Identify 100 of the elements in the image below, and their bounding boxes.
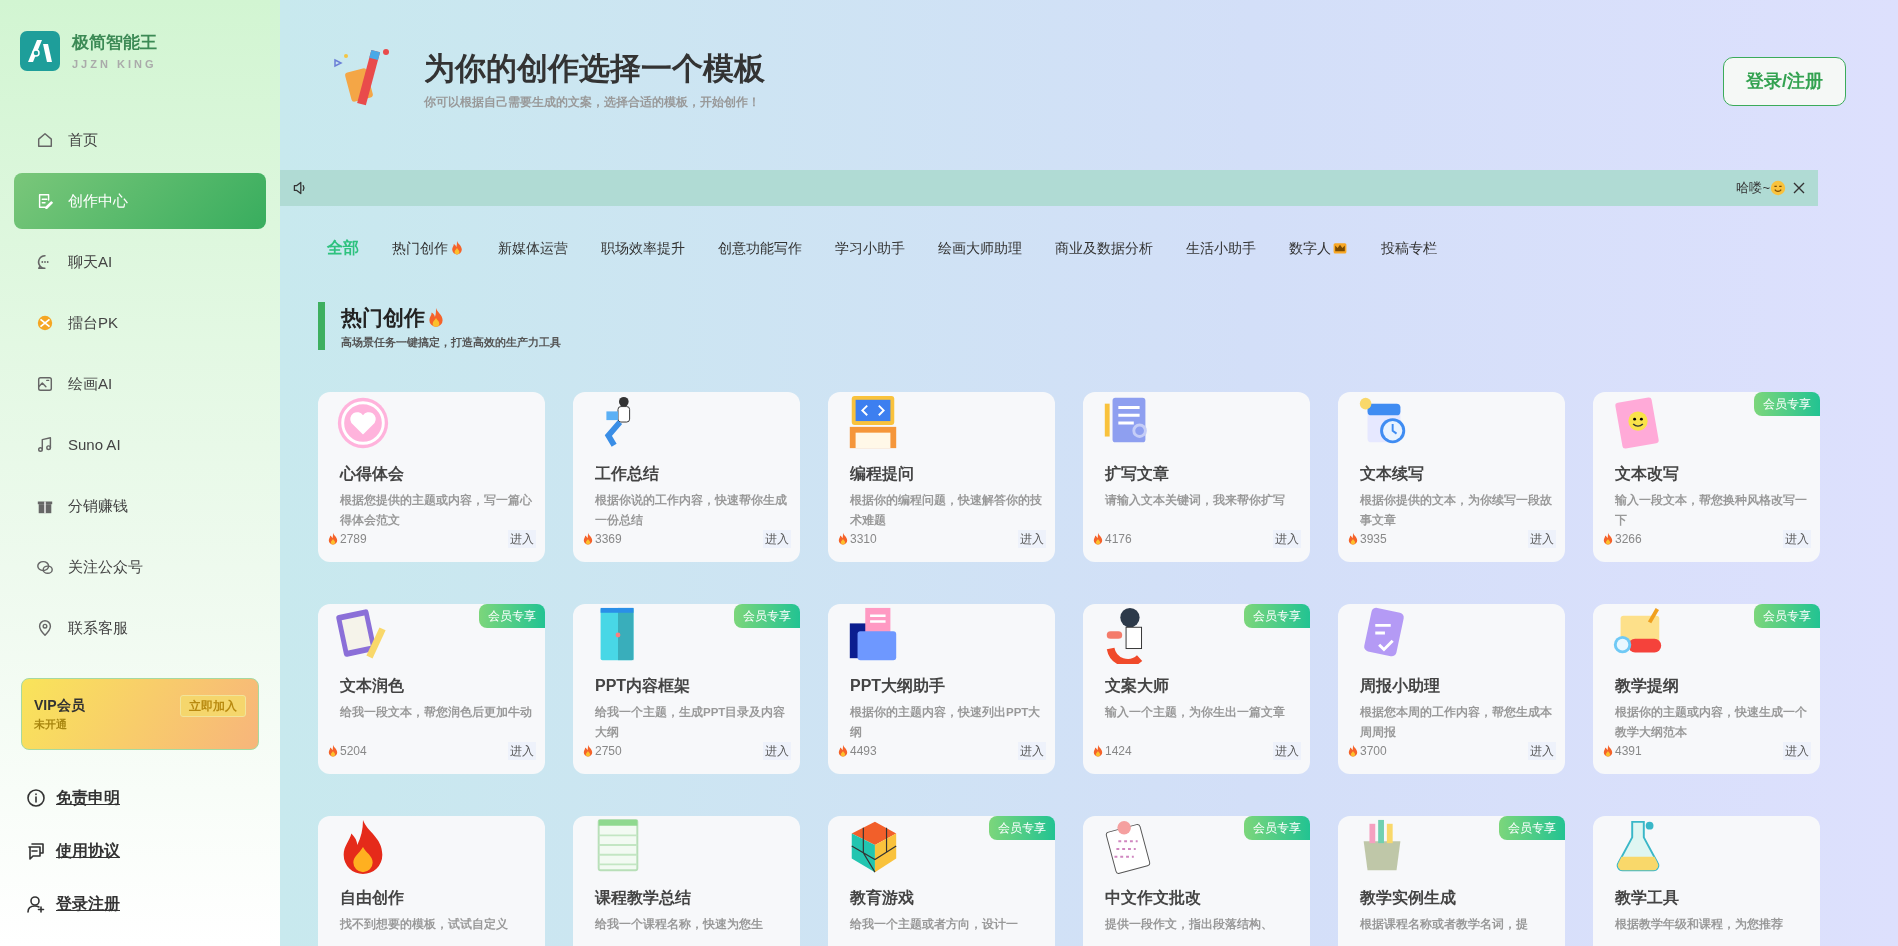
category-tab[interactable]: 新媒体运营 (489, 232, 577, 264)
page-subtitle: 你可以根据自己需要生成的文案，选择合适的模板，开始创作！ (424, 93, 761, 111)
card-title: 文本改写 (1615, 464, 1680, 484)
card-description: 找不到想要的模板，试试自定义 (340, 916, 509, 932)
card-title: PPT大纲助手 (850, 676, 947, 696)
template-card[interactable]: 会员专享 教学提纲 根据你的主题或内容，快速生成一个教学大纲范本 4391 进入 (1593, 604, 1820, 774)
card-title: 文案大师 (1105, 676, 1170, 696)
members-only-badge: 会员专享 (1244, 604, 1310, 628)
usage-count: 2750 (595, 743, 622, 760)
info-icon (26, 788, 46, 808)
template-card[interactable]: 会员专享 文本改写 输入一段文本，帮您换种风格改写一下 3266 进入 (1593, 392, 1820, 562)
card-title: 周报小助理 (1360, 676, 1441, 696)
enter-link[interactable]: 进入 (1783, 530, 1811, 548)
user-icon (26, 894, 46, 914)
sidebar-item[interactable]: 擂台PK (14, 295, 266, 351)
vip-status: 未开通 (34, 717, 68, 732)
card-description: 根据您本周的工作内容，帮您生成本周周报 (1360, 704, 1553, 740)
sidebar-link[interactable]: 使用协议 (14, 824, 266, 878)
category-tab[interactable]: 职场效率提升 (592, 232, 694, 264)
template-card[interactable]: 工作总结 根据你说的工作内容，快速帮你生成一份总结 3369 进入 (573, 392, 800, 562)
sidebar-item[interactable]: 绘画AI (14, 356, 266, 412)
fire-icon (1346, 532, 1360, 546)
template-card[interactable]: 会员专享 文案大师 输入一个主题，为你生出一篇文章 1424 进入 (1083, 604, 1310, 774)
close-icon[interactable] (1792, 181, 1806, 195)
category-tab[interactable]: 创意功能写作 (709, 232, 811, 264)
image-icon (36, 375, 54, 393)
category-tab[interactable]: 投稿专栏 (1372, 232, 1446, 264)
template-card[interactable]: 扩写文章 请输入文本关键词，我来帮你扩写 4176 进入 (1083, 392, 1310, 562)
category-tab[interactable]: 商业及数据分析 (1046, 232, 1162, 264)
usage-count: 2789 (340, 531, 367, 548)
enter-link[interactable]: 进入 (1528, 742, 1556, 760)
template-card[interactable]: PPT大纲助手 根据你的主题内容，快速列出PPT大纲 4493 进入 (828, 604, 1055, 774)
sidebar-item[interactable]: 关注公众号 (14, 539, 266, 595)
card-title: 扩写文章 (1105, 464, 1170, 484)
vip-title: VIP会员 (34, 696, 85, 715)
enter-link[interactable]: 进入 (1783, 742, 1811, 760)
enter-link[interactable]: 进入 (1528, 530, 1556, 548)
template-card[interactable]: 周报小助理 根据您本周的工作内容，帮您生成本周周报 3700 进入 (1338, 604, 1565, 774)
wechat-icon (36, 558, 54, 576)
fire-icon (1091, 744, 1105, 758)
home-icon (36, 131, 54, 149)
enter-link[interactable]: 进入 (763, 530, 791, 548)
music-note-icon (36, 436, 54, 454)
sidebar-link[interactable]: 免责申明 (14, 771, 266, 825)
template-card[interactable]: 心得体会 根据您提供的主题或内容，写一篇心得体会范文 2789 进入 (318, 392, 545, 562)
category-tab[interactable]: 热门创作 (383, 232, 474, 264)
brand-name: 极简智能王 (72, 32, 157, 54)
sidebar-item[interactable]: 分销赚钱 (14, 478, 266, 534)
card-title: 教学实例生成 (1360, 888, 1457, 908)
usage-count: 1424 (1105, 743, 1132, 760)
fire-icon (326, 744, 340, 758)
enter-link[interactable]: 进入 (508, 530, 536, 548)
card-description: 请输入文本关键词，我来帮你扩写 (1105, 492, 1286, 508)
category-tab[interactable]: 绘画大师助理 (929, 232, 1031, 264)
template-card[interactable]: 自由创作 找不到想要的模板，试试自定义 (318, 816, 545, 946)
usage-count: 4493 (850, 743, 877, 760)
template-card[interactable]: 课程教学总结 给我一个课程名称，快速为您生 (573, 816, 800, 946)
enter-link[interactable]: 进入 (763, 742, 791, 760)
sidebar-item[interactable]: 首页 (14, 112, 266, 168)
sidebar-item[interactable]: Suno AI (14, 417, 266, 473)
fire-icon (581, 532, 595, 546)
fire-icon (581, 744, 595, 758)
enter-link[interactable]: 进入 (1018, 742, 1046, 760)
template-card[interactable]: 编程提问 根据你的编程问题，快速解答你的技术难题 3310 进入 (828, 392, 1055, 562)
card-title: 编程提问 (850, 464, 915, 484)
usage-count: 3266 (1615, 531, 1642, 548)
template-card[interactable]: 会员专享 教育游戏 给我一个主题或者方向，设计一 (828, 816, 1055, 946)
card-description: 根据课程名称或者教学名词，提 (1360, 917, 1529, 932)
category-tab[interactable]: 学习小助手 (826, 232, 914, 264)
page-title: 为你的创作选择一个模板 (424, 50, 765, 88)
card-description: 输入一段文本，帮您换种风格改写一下 (1615, 493, 1808, 528)
card-title: 文本润色 (340, 676, 405, 696)
sidebar-link[interactable]: 登录注册 (14, 877, 266, 931)
enter-link[interactable]: 进入 (508, 742, 536, 760)
members-only-badge: 会员专享 (989, 816, 1055, 840)
card-description: 给我一个主题或者方向，设计一 (850, 916, 1019, 932)
category-tab[interactable]: 生活小助手 (1177, 232, 1265, 264)
enter-link[interactable]: 进入 (1273, 530, 1301, 548)
template-card[interactable]: 会员专享 教学实例生成 根据课程名称或者教学名词，提 (1338, 816, 1565, 946)
card-description: 根据你的编程问题，快速解答你的技术难题 (850, 493, 1043, 528)
usage-count: 4176 (1105, 531, 1132, 548)
sidebar-item[interactable]: 联系客服 (14, 600, 266, 656)
template-card[interactable]: 文本续写 根据你提供的文本，为你续写一段故事文章 3935 进入 (1338, 392, 1565, 562)
card-description: 根据你的主题或内容，快速生成一个教学大纲范本 (1615, 704, 1808, 740)
enter-link[interactable]: 进入 (1273, 742, 1301, 760)
usage-count: 3700 (1360, 743, 1387, 760)
enter-link[interactable]: 进入 (1018, 530, 1046, 548)
category-tab[interactable]: 数字人 (1280, 232, 1357, 264)
members-only-badge: 会员专享 (1244, 816, 1310, 840)
sidebar-item[interactable]: 聊天AI (14, 234, 266, 290)
card-title: 教学工具 (1615, 888, 1680, 908)
template-card[interactable]: 教学工具 根据教学年级和课程，为您推荐 (1593, 816, 1820, 946)
members-only-badge: 会员专享 (734, 604, 800, 628)
template-card[interactable]: 会员专享 文本润色 给我一段文本，帮您润色后更加牛动 5204 进入 (318, 604, 545, 774)
card-description: 给我一段文本，帮您润色后更加牛动 (340, 704, 533, 720)
template-card[interactable]: 会员专享 中文作文批改 提供一段作文，指出段落结构、 (1083, 816, 1310, 946)
usage-count: 4391 (1615, 743, 1642, 760)
template-card[interactable]: 会员专享 PPT内容框架 给我一个主题，生成PPT目录及内容大纲 2750 进入 (573, 604, 800, 774)
card-title: 工作总结 (595, 464, 660, 484)
card-title: 课程教学总结 (595, 888, 692, 908)
